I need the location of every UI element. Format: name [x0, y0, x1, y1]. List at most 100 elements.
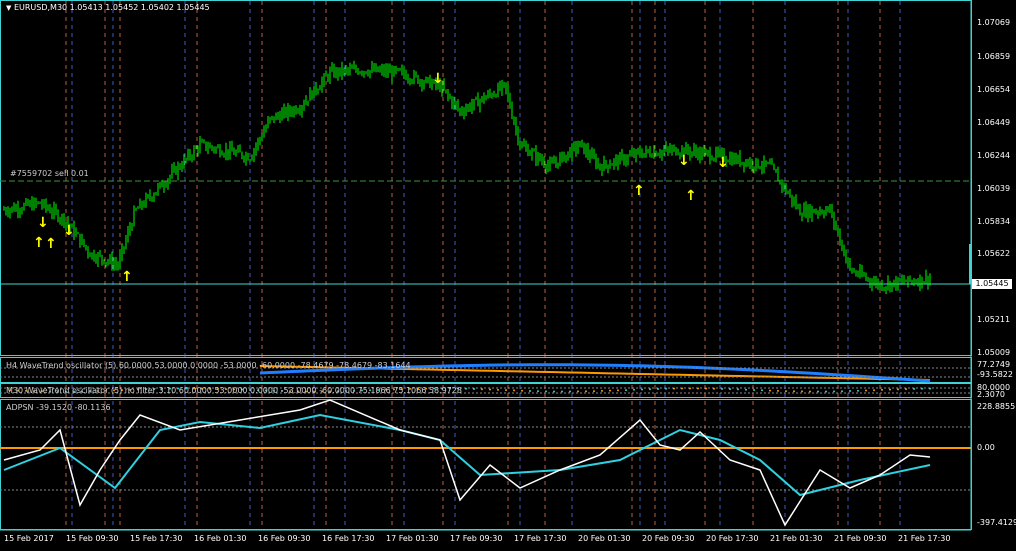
- adpsn-signal-line: [3, 413, 931, 497]
- ind2-tick: 2.3070: [977, 390, 1005, 399]
- ind2-dot: [553, 390, 555, 393]
- ind2-dot: [641, 388, 643, 391]
- ind2-dot: [777, 389, 779, 392]
- ind2-dot: [713, 387, 715, 390]
- ind2-dot: [617, 389, 619, 392]
- time-tick: 15 Feb 09:30: [66, 534, 119, 543]
- chart-canvas[interactable]: ↓↑ ↑↓↑↓↑↓↑↓: [0, 0, 1016, 551]
- ind2-dot: [585, 390, 587, 393]
- ind2-dot: [657, 387, 659, 390]
- time-tick: 16 Feb 17:30: [322, 534, 375, 543]
- time-tick: 15 Feb 2017: [4, 534, 54, 543]
- time-tick: 15 Feb 17:30: [130, 534, 183, 543]
- signal-arrows: ↓↑ ↑↓↑↓↑↓↑↓: [33, 71, 729, 285]
- ind2-dot: [697, 387, 699, 390]
- price-tick: 1.05622: [977, 249, 1011, 258]
- ind2-dot: [561, 390, 563, 393]
- ind1-tick: -93.5822: [977, 370, 1013, 379]
- ind2-dot: [577, 390, 579, 393]
- ind2-dot: [817, 390, 819, 393]
- time-tick: 21 Feb 09:30: [834, 534, 887, 543]
- time-tick: 17 Feb 09:30: [450, 534, 503, 543]
- ind3-tick: 228.8855: [977, 402, 1016, 411]
- ind2-dot: [745, 388, 747, 391]
- ind2-dot: [785, 390, 787, 393]
- ind2-dot: [681, 387, 683, 390]
- ind3-tick: 0.00: [977, 443, 995, 452]
- arrow-up-icon: ↑: [685, 188, 697, 204]
- ind2-dot: [625, 389, 627, 392]
- ind3-tick: -397.4129: [977, 518, 1016, 527]
- ind2-dot: [737, 388, 739, 391]
- time-tick: 21 Feb 17:30: [898, 534, 951, 543]
- time-tick: 16 Feb 01:30: [194, 534, 247, 543]
- price-tick: 1.05211: [977, 315, 1011, 324]
- ind2-dot: [897, 388, 899, 391]
- symbol-title: ▼ EURUSD,M30 1.05413 1.05452 1.05402 1.0…: [6, 3, 210, 13]
- ind2-dot: [521, 389, 523, 392]
- ind2-dot: [849, 390, 851, 393]
- indicator3-label: ADPSN -39.1520 -80.1136: [6, 403, 111, 412]
- time-tick: 16 Feb 09:30: [258, 534, 311, 543]
- arrow-up-icon: ↑: [121, 269, 133, 285]
- session-separators: [65, 1, 901, 529]
- arrow-down-icon: ↓: [678, 153, 690, 169]
- ind2-dot: [705, 387, 707, 390]
- ind2-dot: [481, 388, 483, 391]
- indicator3-panel-border: [0, 399, 972, 530]
- indicator1-label: H4 WaveTrend oscillator (5) 60.0000 53.0…: [6, 361, 411, 370]
- ind2-dot: [689, 387, 691, 390]
- price-tick: 1.06244: [977, 151, 1011, 160]
- price-tick: 1.06654: [977, 85, 1011, 94]
- ind2-dot: [753, 389, 755, 392]
- ind2-dot: [465, 387, 467, 390]
- time-tick: 21 Feb 01:30: [770, 534, 823, 543]
- price-tick: 1.07069: [977, 18, 1011, 27]
- ind2-dot: [793, 390, 795, 393]
- ind2-dot: [801, 390, 803, 393]
- ind2-dot: [649, 388, 651, 391]
- ind2-dot: [761, 389, 763, 392]
- ind2-dot: [865, 389, 867, 392]
- price-tick: 1.06859: [977, 52, 1011, 61]
- price-tick: 1.05834: [977, 217, 1011, 226]
- ind2-dot: [913, 387, 915, 390]
- ind1-tick: 77.2749: [977, 360, 1011, 369]
- order-label[interactable]: #7559702 sell 0.01: [10, 169, 89, 179]
- ind2-dot: [889, 388, 891, 391]
- ind2-dot: [921, 387, 923, 390]
- time-tick: 17 Feb 01:30: [386, 534, 439, 543]
- indicator2-label: M30 WaveTrend oscillator (5) no filter 3…: [6, 386, 462, 395]
- price-tick: 1.06449: [977, 118, 1011, 127]
- ind2-dot: [881, 388, 883, 391]
- chevron-down-icon[interactable]: ▼: [6, 3, 11, 13]
- ind2-dot: [609, 389, 611, 392]
- ind2-dot: [809, 390, 811, 393]
- ind2-dot: [841, 390, 843, 393]
- time-tick: 20 Feb 09:30: [642, 534, 695, 543]
- arrow-up-icon: ↑: [633, 183, 645, 199]
- symbol-title-text: EURUSD,M30 1.05413 1.05452 1.05402 1.054…: [13, 3, 210, 12]
- ind2-dot: [633, 388, 635, 391]
- time-tick: 20 Feb 17:30: [706, 534, 759, 543]
- ind2-dot: [873, 389, 875, 392]
- ind2-dot: [545, 390, 547, 393]
- ind2-dot: [729, 388, 731, 391]
- main-panel-border: [0, 0, 972, 356]
- ind2-dot: [537, 390, 539, 393]
- ind2-dot: [497, 388, 499, 391]
- ind2-dot: [569, 390, 571, 393]
- ind2-dot: [473, 388, 475, 391]
- arrow-up-icon: ↑: [33, 235, 45, 251]
- ind2-dot: [513, 389, 515, 392]
- arrow-down-icon: ↓: [63, 223, 75, 239]
- time-tick: 20 Feb 01:30: [578, 534, 631, 543]
- ind2-dot: [665, 387, 667, 390]
- ind2-dot: [593, 390, 595, 393]
- arrow-down-icon: ↓: [717, 155, 729, 171]
- arrow-down-icon: ↓: [432, 71, 444, 87]
- ind2-dot: [929, 387, 931, 390]
- price-tick: 1.05009: [977, 348, 1011, 357]
- ind2-dot: [721, 387, 723, 390]
- ind2-dot: [505, 389, 507, 392]
